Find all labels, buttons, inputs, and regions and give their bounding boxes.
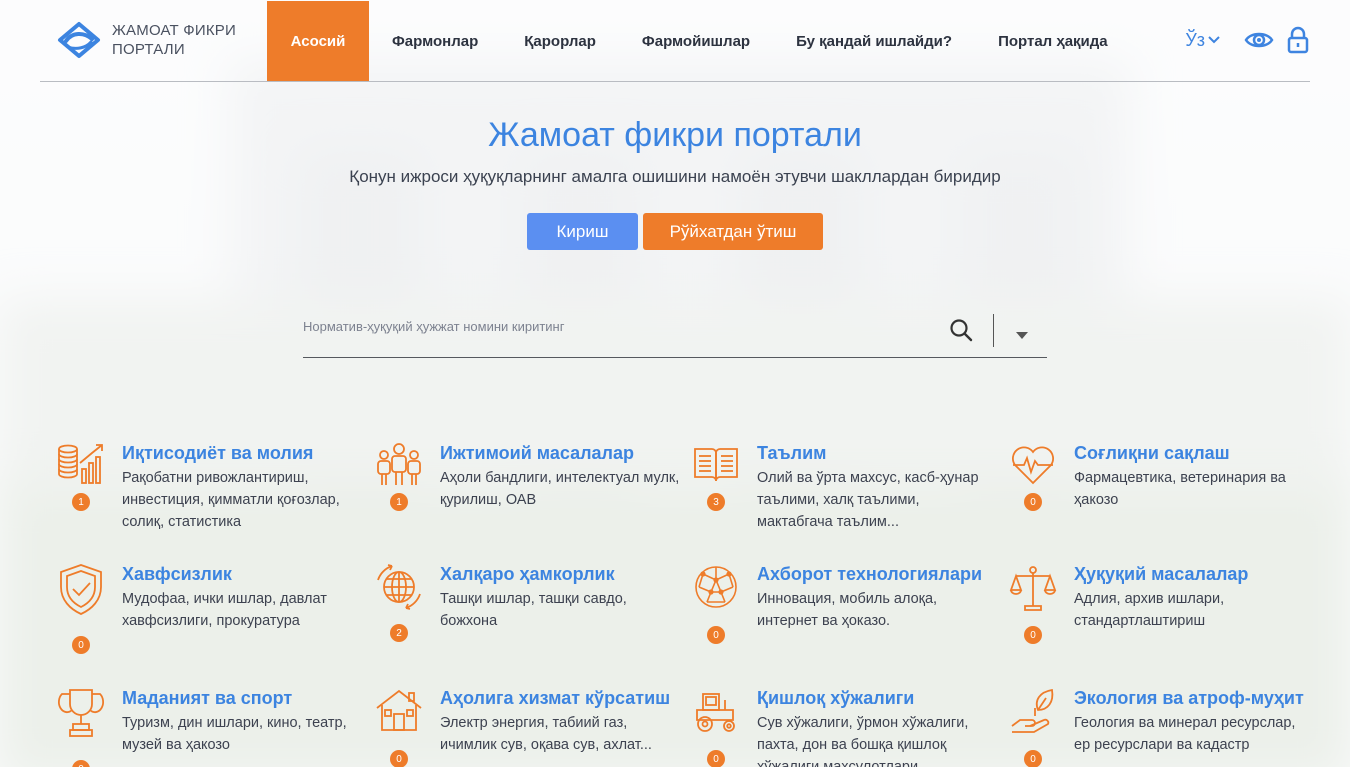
category-card[interactable]: 1 Иқтисодиёт ва молия Рақобатни ривожлан… (52, 441, 362, 533)
trophy-icon (57, 689, 105, 737)
category-card[interactable]: 0 Хавфсизлик Мудофаа, ички ишлар, давлат… (52, 562, 362, 654)
category-title[interactable]: Аҳолига хизмат кўрсатиш (440, 686, 680, 711)
chevron-down-icon (1208, 36, 1220, 44)
category-count-badge: 3 (707, 493, 725, 511)
category-card[interactable]: 1 Ижтимоий масалалар Аҳоли бандлиги, инт… (370, 441, 680, 511)
category-description: Олий ва ўрта махсус, касб-ҳунар таълими,… (757, 470, 979, 530)
nav-resolutions[interactable]: Қарорлар (501, 1, 619, 81)
scales-icon (1009, 566, 1057, 611)
category-title[interactable]: Ахборот технологиялари (757, 562, 997, 587)
category-title[interactable]: Ижтимоий масалалар (440, 441, 680, 466)
header-tools: Ўз (1185, 26, 1310, 54)
category-description: Мудофаа, ички ишлар, давлат хавфсизлиги,… (122, 591, 327, 629)
logo[interactable]: Жамоат фикри портали (54, 20, 252, 60)
tractor-icon (696, 693, 735, 732)
category-title[interactable]: Маданият ва спорт (122, 686, 362, 711)
category-title[interactable]: Иқтисодиёт ва молия (122, 441, 362, 466)
heart-pulse-icon (1012, 446, 1054, 485)
category-description: Туризм, дин ишлари, кино, театр, музей в… (122, 715, 347, 753)
people-icon (377, 443, 421, 485)
main-nav: Асосий Фармонлар Қарорлар Фармойишлар Бу… (267, 1, 1131, 81)
page-title: Жамоат фикри портали (488, 116, 862, 154)
eye-icon[interactable] (1244, 29, 1274, 51)
login-button[interactable]: Кириш (527, 213, 638, 250)
network-icon (695, 566, 737, 608)
category-title[interactable]: Ҳуқуқий масалалар (1074, 562, 1314, 587)
category-card[interactable]: 0 Ҳуқуқий масалалар Адлия, архив ишлари,… (1004, 562, 1314, 644)
category-count-badge: 0 (1024, 493, 1042, 511)
category-description: Геология ва минерал ресурслар, ер ресурс… (1074, 715, 1296, 753)
finance-icon (58, 444, 103, 484)
logo-text: Жамоат фикри портали (112, 22, 236, 58)
category-count-badge: 0 (72, 760, 90, 767)
lock-icon[interactable] (1286, 26, 1310, 54)
book-icon (694, 448, 738, 482)
header: Жамоат фикри портали Асосий Фармонлар Қа… (40, 0, 1310, 82)
category-card[interactable]: 0 Соғлиқни сақлаш Фармацевтика, ветерина… (1004, 441, 1314, 511)
category-card[interactable]: 3 Таълим Олий ва ўрта махсус, касб-ҳунар… (687, 441, 997, 533)
nav-home[interactable]: Асосий (267, 1, 369, 81)
category-title[interactable]: Экология ва атроф-муҳит (1074, 686, 1314, 711)
category-card[interactable]: 0 Ахборот технологиялари Инновация, моби… (687, 562, 997, 644)
nav-decrees[interactable]: Фармонлар (369, 1, 501, 81)
category-description: Аҳоли бандлиги, интелектуал мулк, қурили… (440, 470, 680, 508)
category-description: Адлия, архив ишлари, стандартлаштириш (1074, 591, 1225, 629)
search-bar (303, 306, 1047, 358)
category-card[interactable]: 0 Экология ва атроф-муҳит Геология ва ми… (1004, 686, 1314, 767)
caret-down-icon[interactable] (1016, 327, 1028, 345)
category-count-badge: 1 (390, 493, 408, 511)
logo-icon (58, 22, 100, 58)
category-card[interactable]: 2 Халқаро ҳамкорлик Ташқи ишлар, ташқи с… (370, 562, 680, 642)
category-title[interactable]: Хавфсизлик (122, 562, 362, 587)
language-selector[interactable]: Ўз (1185, 30, 1220, 51)
register-button[interactable]: Рўйхатдан ўтиш (643, 213, 823, 250)
category-title[interactable]: Таълим (757, 441, 997, 466)
plant-hand-icon (1011, 688, 1054, 733)
category-description: Фармацевтика, ветеринария ва ҳакозо (1074, 470, 1286, 508)
search-icon[interactable] (949, 318, 973, 347)
category-count-badge: 0 (707, 750, 725, 767)
category-title[interactable]: Соғлиқни сақлаш (1074, 441, 1314, 466)
category-description: Электр энергия, табиий газ, ичимлик сув,… (440, 715, 652, 753)
category-title[interactable]: Халқаро ҳамкорлик (440, 562, 680, 587)
category-count-badge: 0 (1024, 626, 1042, 644)
nav-how-it-works[interactable]: Бу қандай ишлайди? (773, 1, 975, 81)
nav-orders[interactable]: Фармойишлар (619, 1, 773, 81)
category-count-badge: 0 (72, 636, 90, 654)
category-count-badge: 1 (72, 493, 90, 511)
language-label: Ўз (1185, 29, 1205, 50)
category-card[interactable]: 0 Қишлоқ хўжалиги Сув хўжалиги, ўрмон хў… (687, 686, 997, 767)
category-count-badge: 2 (390, 624, 408, 642)
category-description: Инновация, мобиль алоқа, интернет ва ҳок… (757, 591, 938, 629)
search-input[interactable] (303, 312, 923, 340)
category-count-badge: 0 (707, 626, 725, 644)
category-description: Сув хўжалиги, ўрмон хўжалиги, пахта, дон… (757, 715, 969, 767)
category-count-badge: 0 (390, 750, 408, 767)
house-icon (376, 689, 422, 731)
category-count-badge: 0 (1024, 750, 1042, 767)
shield-icon (60, 564, 102, 615)
search-divider (993, 314, 994, 347)
category-description: Рақобатни ривожлантириш, инвестиция, қим… (122, 470, 340, 530)
category-title[interactable]: Қишлоқ хўжалиги (757, 686, 997, 711)
category-card[interactable]: 0 Маданият ва спорт Туризм, дин ишлари, … (52, 686, 362, 767)
category-description: Ташқи ишлар, ташқи савдо, божхона (440, 591, 627, 629)
nav-about[interactable]: Портал ҳақида (975, 1, 1131, 81)
globe-icon (377, 564, 421, 610)
page-subtitle: Қонун ижроси ҳуқуқларнинг амалга ошишини… (349, 167, 1001, 186)
category-card[interactable]: 0 Аҳолига хизмат кўрсатиш Электр энергия… (370, 686, 680, 767)
